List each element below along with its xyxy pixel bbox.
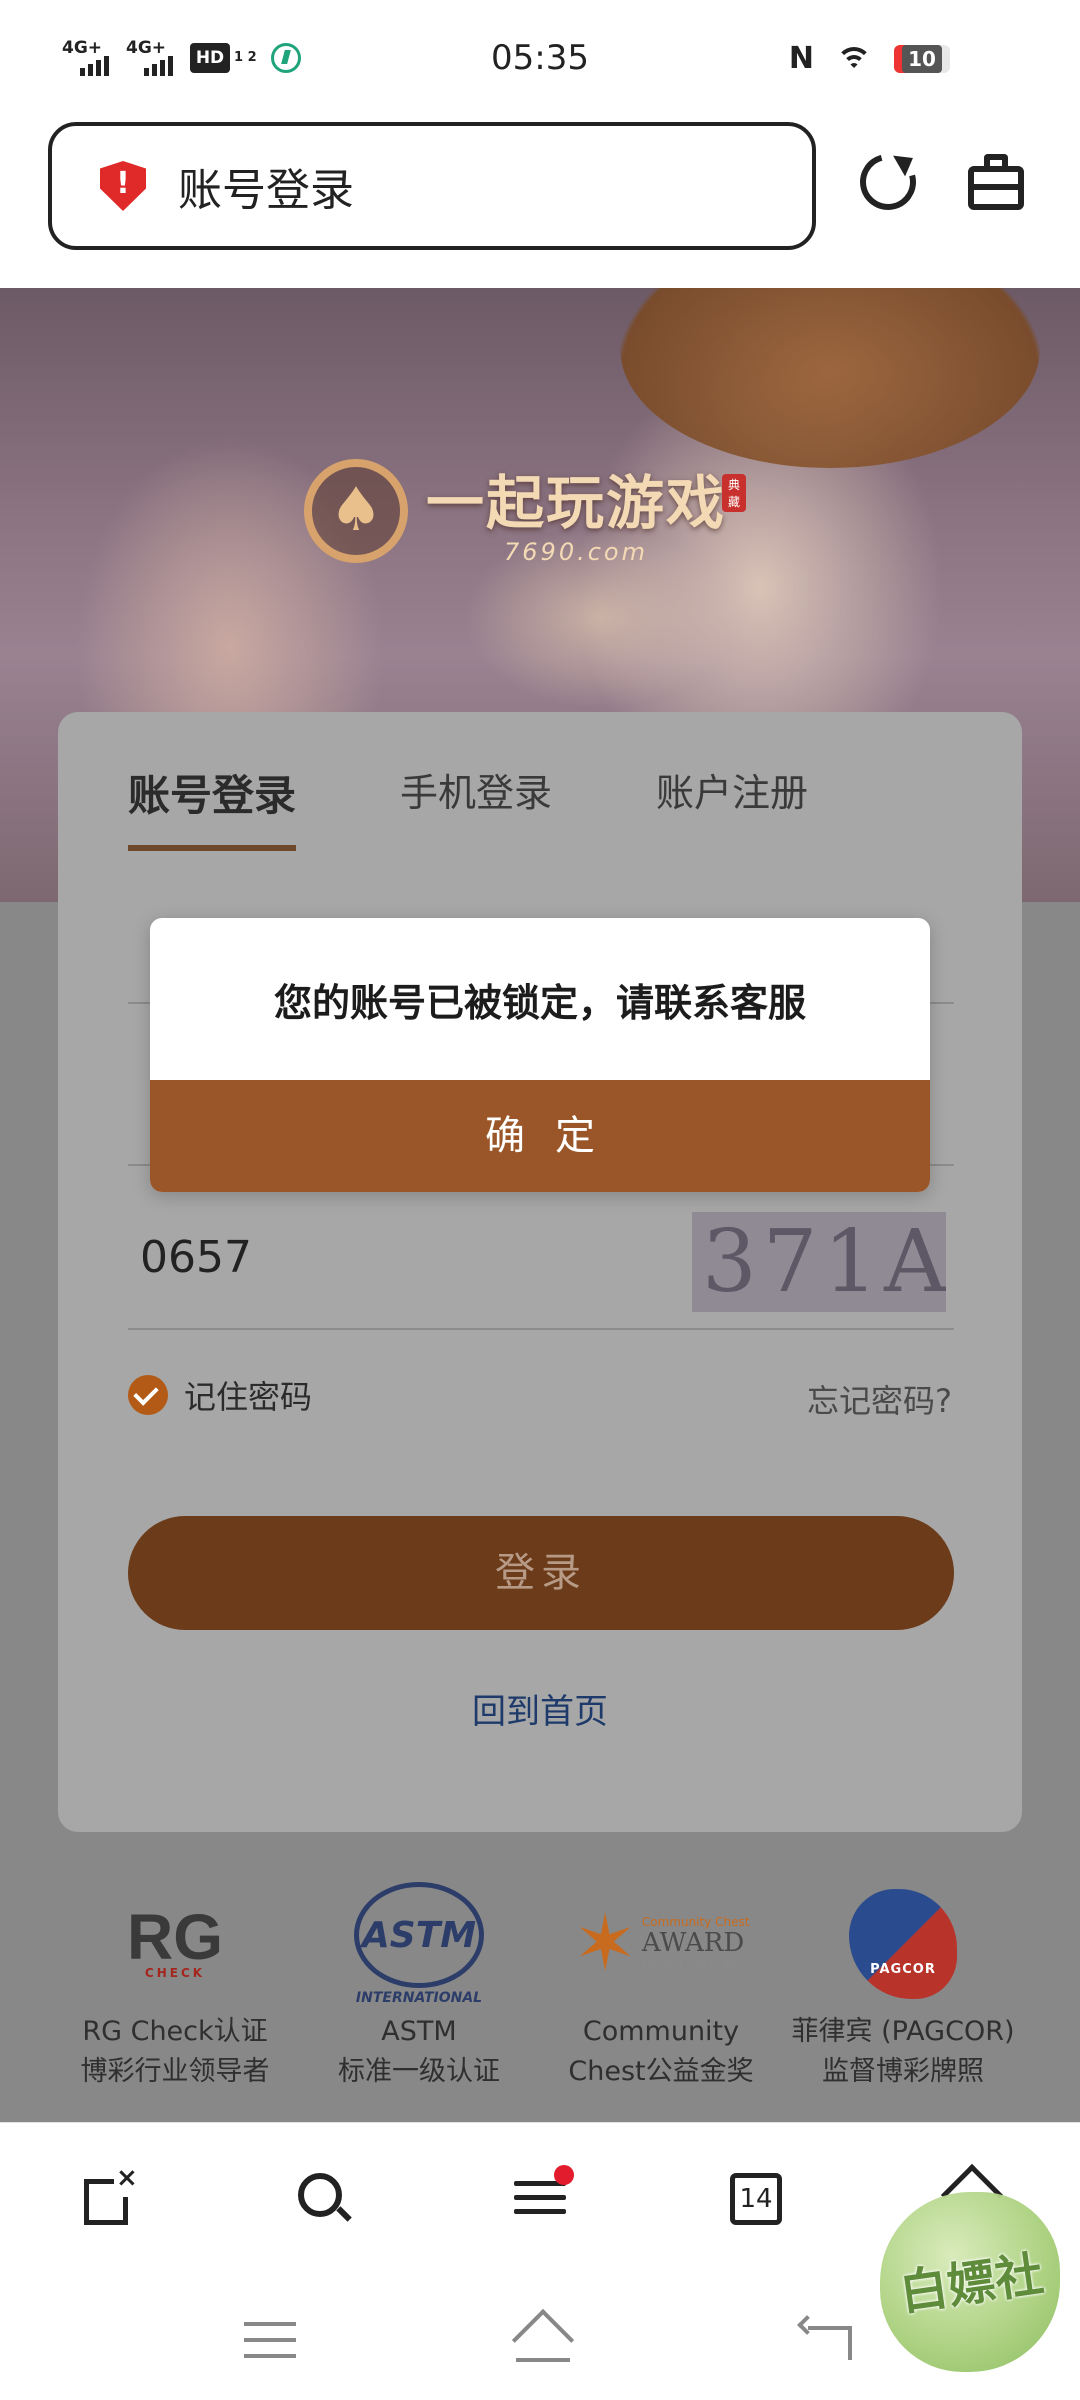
community-chest-award-logo: ✶ Community Chest AWARD PLATINUM (572, 1899, 750, 1989)
spade-icon: ♠ (304, 459, 408, 563)
tab-phone-login[interactable]: 手机登录 (400, 762, 552, 823)
status-bar: 4G+ 4G+ HD 1 2 05:35 N 10 (0, 0, 1080, 118)
close-tab-icon[interactable]: × (82, 2163, 138, 2227)
wifi-icon (836, 45, 872, 73)
captcha-divider (128, 1328, 954, 1330)
star-icon: ✶ (572, 1899, 638, 1989)
logo-title: 一起玩游戏 (426, 469, 727, 537)
cert-astm: ASTM INTERNATIONAL ASTM 标准一级认证 (284, 1876, 554, 2092)
tab-register[interactable]: 账户注册 (656, 762, 808, 823)
login-card: 账号登录 手机登录 账户注册 0657 371A 记住密码 忘记密码? 登录 回… (58, 712, 1022, 1832)
cert-pagcor: PAGCOR 菲律宾 (PAGCOR) 监督博彩牌照 (768, 1876, 1038, 2092)
page-title: 账号登录 (178, 165, 354, 216)
certifications: RG CHECK RG Check认证 博彩行业领导者 ASTM INTERNA… (0, 1876, 1080, 2122)
dialog-message: 您的账号已被锁定，请联系客服 (273, 980, 806, 1025)
cert-community-chest: ✶ Community Chest AWARD PLATINUM Communi… (526, 1876, 796, 2092)
notification-dot (554, 2165, 574, 2185)
recent-apps-icon[interactable] (244, 2318, 296, 2360)
back-home-link[interactable]: 回到首页 (58, 1684, 1022, 1733)
logo-domain: 7690.com (504, 538, 648, 566)
captcha-input[interactable]: 0657 (140, 1232, 252, 1283)
tab-account-login[interactable]: 账号登录 (128, 762, 297, 851)
site-logo: ♠ 一起玩游戏 7690.com 典藏 (304, 456, 747, 566)
search-icon[interactable] (296, 2171, 352, 2227)
forgot-password-link[interactable]: 忘记密码? (807, 1376, 952, 1422)
login-button[interactable]: 登录 (128, 1516, 954, 1630)
back-icon[interactable] (797, 2315, 852, 2360)
watermark-logo: 白嫖社 (870, 2182, 1070, 2382)
security-warning-icon[interactable] (100, 161, 146, 211)
remember-password-label: 记住密码 (184, 1378, 313, 1416)
captcha-image[interactable]: 371A (692, 1212, 946, 1312)
dialog-confirm-button[interactable]: 确定 (150, 1080, 930, 1192)
pagcor-logo: PAGCOR (768, 1876, 1038, 2012)
tabs-count-button[interactable]: 14 (728, 2171, 784, 2227)
battery-icon: 10 (894, 45, 950, 73)
checkbox-checked-icon[interactable] (128, 1375, 168, 1415)
reload-icon (849, 143, 927, 221)
address-bar-row: 账号登录 (0, 118, 1080, 288)
address-bar[interactable]: 账号登录 (48, 122, 816, 250)
account-locked-dialog: 您的账号已被锁定，请联系客服 确定 (150, 918, 930, 1192)
login-tabs: 账号登录 手机登录 账户注册 (128, 762, 808, 851)
remember-password[interactable]: 记住密码 (128, 1372, 312, 1418)
rg-check-logo: RG CHECK (127, 1901, 223, 1980)
toolbox-button[interactable] (966, 154, 1026, 210)
tabs-count: 14 (730, 2173, 782, 2225)
status-right: N 10 (789, 44, 950, 74)
system-home-icon[interactable] (508, 2308, 578, 2372)
nfc-icon: N (788, 41, 814, 76)
logo-badge: 典藏 (722, 474, 747, 512)
cert-rg-check: RG CHECK RG Check认证 博彩行业领导者 (40, 1876, 310, 2092)
reload-button[interactable] (849, 143, 927, 221)
menu-icon[interactable] (512, 2165, 574, 2227)
astm-logo: ASTM INTERNATIONAL (284, 1876, 554, 2012)
